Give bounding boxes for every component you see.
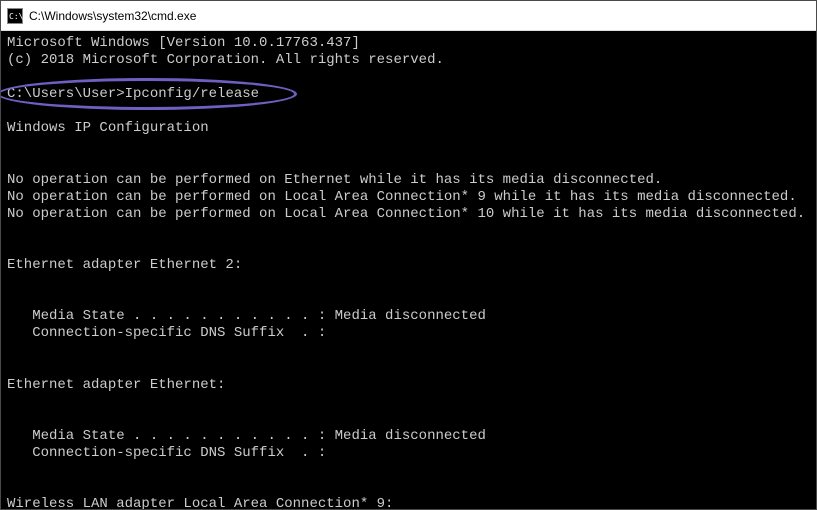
copyright-line: (c) 2018 Microsoft Corporation. All righ… xyxy=(7,52,810,69)
adapter-title: Wireless LAN adapter Local Area Connecti… xyxy=(7,496,810,509)
ipconfig-header: Windows IP Configuration xyxy=(7,120,810,137)
noop-line: No operation can be performed on Etherne… xyxy=(7,172,810,189)
version-line: Microsoft Windows [Version 10.0.17763.43… xyxy=(7,35,810,52)
dns-suffix: Connection-specific DNS Suffix . : xyxy=(7,445,810,462)
cmd-window: C:\ C:\Windows\system32\cmd.exe Microsof… xyxy=(0,0,817,510)
terminal-area[interactable]: Microsoft Windows [Version 10.0.17763.43… xyxy=(1,31,816,509)
adapter-title: Ethernet adapter Ethernet 2: xyxy=(7,257,810,274)
typed-command: Ipconfig/release xyxy=(125,86,259,102)
media-state: Media State . . . . . . . . . . . : Medi… xyxy=(7,428,810,445)
title-bar[interactable]: C:\ C:\Windows\system32\cmd.exe xyxy=(1,1,816,31)
media-state: Media State . . . . . . . . . . . : Medi… xyxy=(7,308,810,325)
cmd-icon: C:\ xyxy=(7,8,23,24)
noop-line: No operation can be performed on Local A… xyxy=(7,206,810,223)
window-title: C:\Windows\system32\cmd.exe xyxy=(29,9,196,23)
adapter-title: Ethernet adapter Ethernet: xyxy=(7,377,810,394)
terminal-output: Microsoft Windows [Version 10.0.17763.43… xyxy=(7,35,810,509)
svg-text:C:\: C:\ xyxy=(9,12,23,21)
command-line: C:\Users\User>Ipconfig/release xyxy=(7,86,259,103)
dns-suffix: Connection-specific DNS Suffix . : xyxy=(7,325,810,342)
prompt: C:\Users\User> xyxy=(7,86,125,102)
noop-line: No operation can be performed on Local A… xyxy=(7,189,810,206)
